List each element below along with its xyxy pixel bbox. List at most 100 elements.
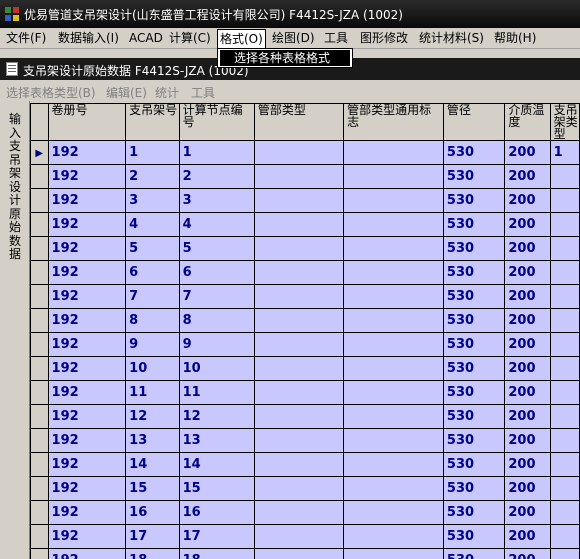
cell-node-no[interactable]: 11 (178, 380, 255, 405)
cell-hanger-type[interactable] (549, 452, 580, 477)
cell-hanger-no[interactable]: 12 (125, 404, 180, 429)
cell-medium-temp[interactable]: 200 (504, 140, 551, 165)
cell-medium-temp[interactable]: 200 (504, 236, 551, 261)
menu-select-table-type[interactable]: 选择表格类型(B) (6, 84, 96, 101)
cell-node-no[interactable]: 12 (178, 404, 255, 429)
cell-pipe-diameter[interactable]: 530 (442, 356, 506, 381)
cell-medium-temp[interactable]: 200 (504, 164, 551, 189)
menu-acad[interactable]: ACAD (127, 30, 165, 46)
cell-pipe-part-type[interactable] (253, 404, 345, 429)
cell-pipe-part-type[interactable] (253, 284, 345, 309)
column-header-volume-no[interactable]: 卷册号 (47, 103, 127, 141)
cell-hanger-type[interactable] (549, 188, 580, 213)
cell-medium-temp[interactable]: 200 (504, 380, 551, 405)
cell-pipe-part-flag[interactable] (343, 164, 444, 189)
cell-volume-no[interactable]: 192 (47, 284, 127, 309)
cell-pipe-diameter[interactable]: 530 (442, 284, 506, 309)
side-tab-panel[interactable]: 输入支吊架设计原始数据 (0, 101, 30, 559)
cell-medium-temp[interactable]: 200 (504, 212, 551, 237)
column-header-hanger-type[interactable]: 支吊架类型 (549, 103, 580, 141)
cell-volume-no[interactable]: 192 (47, 452, 127, 477)
cell-pipe-part-flag[interactable] (343, 212, 444, 237)
row-indicator[interactable] (30, 428, 49, 453)
cell-hanger-type[interactable] (549, 500, 580, 525)
cell-node-no[interactable]: 2 (178, 164, 255, 189)
row-indicator[interactable] (30, 524, 49, 549)
cell-hanger-no[interactable]: 9 (125, 332, 180, 357)
cell-pipe-part-flag[interactable] (343, 140, 444, 165)
row-indicator[interactable]: ▶ (30, 140, 49, 165)
menu-graphic-modify[interactable]: 图形修改 (358, 30, 410, 46)
cell-pipe-diameter[interactable]: 530 (442, 548, 506, 559)
cell-volume-no[interactable]: 192 (47, 380, 127, 405)
cell-hanger-no[interactable]: 14 (125, 452, 180, 477)
cell-pipe-part-type[interactable] (253, 524, 345, 549)
cell-node-no[interactable]: 8 (178, 308, 255, 333)
cell-hanger-no[interactable]: 18 (125, 548, 180, 559)
cell-pipe-part-type[interactable] (253, 212, 345, 237)
cell-pipe-part-type[interactable] (253, 380, 345, 405)
cell-volume-no[interactable]: 192 (47, 140, 127, 165)
cell-medium-temp[interactable]: 200 (504, 356, 551, 381)
cell-volume-no[interactable]: 192 (47, 548, 127, 559)
cell-hanger-type[interactable] (549, 524, 580, 549)
cell-pipe-part-type[interactable] (253, 308, 345, 333)
cell-hanger-type[interactable] (549, 236, 580, 261)
cell-hanger-type[interactable] (549, 548, 580, 559)
row-indicator[interactable] (30, 548, 49, 559)
cell-medium-temp[interactable]: 200 (504, 308, 551, 333)
cell-hanger-no[interactable]: 13 (125, 428, 180, 453)
cell-pipe-diameter[interactable]: 530 (442, 308, 506, 333)
cell-pipe-diameter[interactable]: 530 (442, 140, 506, 165)
cell-pipe-diameter[interactable]: 530 (442, 188, 506, 213)
cell-volume-no[interactable]: 192 (47, 188, 127, 213)
cell-hanger-no[interactable]: 11 (125, 380, 180, 405)
cell-node-no[interactable]: 1 (178, 140, 255, 165)
cell-hanger-type[interactable] (549, 428, 580, 453)
row-indicator[interactable] (30, 332, 49, 357)
cell-medium-temp[interactable]: 200 (504, 428, 551, 453)
cell-medium-temp[interactable]: 200 (504, 188, 551, 213)
cell-pipe-diameter[interactable]: 530 (442, 332, 506, 357)
cell-medium-temp[interactable]: 200 (504, 332, 551, 357)
table-row[interactable]: 192 15 15 530 200 (30, 476, 580, 501)
cell-node-no[interactable]: 3 (178, 188, 255, 213)
row-indicator[interactable] (30, 188, 49, 213)
cell-hanger-type[interactable]: 1 (549, 140, 580, 165)
cell-node-no[interactable]: 10 (178, 356, 255, 381)
cell-medium-temp[interactable]: 200 (504, 260, 551, 285)
cell-hanger-type[interactable] (549, 476, 580, 501)
cell-medium-temp[interactable]: 200 (504, 284, 551, 309)
cell-pipe-part-flag[interactable] (343, 236, 444, 261)
cell-volume-no[interactable]: 192 (47, 476, 127, 501)
cell-pipe-diameter[interactable]: 530 (442, 164, 506, 189)
cell-pipe-diameter[interactable]: 530 (442, 404, 506, 429)
column-header-hanger-no[interactable]: 支吊架号 (125, 103, 180, 141)
cell-pipe-diameter[interactable]: 530 (442, 380, 506, 405)
cell-pipe-diameter[interactable]: 530 (442, 260, 506, 285)
table-row[interactable]: ▶ 192 1 1 530 200 1 (30, 140, 580, 165)
cell-node-no[interactable]: 5 (178, 236, 255, 261)
menu-statistics-child[interactable]: 统计 (155, 84, 179, 101)
cell-volume-no[interactable]: 192 (47, 236, 127, 261)
cell-hanger-no[interactable]: 8 (125, 308, 180, 333)
cell-medium-temp[interactable]: 200 (504, 404, 551, 429)
cell-pipe-diameter[interactable]: 530 (442, 524, 506, 549)
table-row[interactable]: 1921818530200 (30, 548, 580, 559)
cell-hanger-no[interactable]: 7 (125, 284, 180, 309)
table-row[interactable]: 192 8 8 530 200 (30, 308, 580, 333)
cell-pipe-part-flag[interactable] (343, 452, 444, 477)
cell-hanger-no[interactable]: 6 (125, 260, 180, 285)
cell-pipe-part-type[interactable] (253, 236, 345, 261)
table-row[interactable]: 192 7 7 530 200 (30, 284, 580, 309)
cell-pipe-part-flag[interactable] (343, 548, 444, 559)
cell-volume-no[interactable]: 192 (47, 260, 127, 285)
table-row[interactable]: 192 14 14 530 200 (30, 452, 580, 477)
cell-medium-temp[interactable]: 200 (504, 524, 551, 549)
row-indicator[interactable] (30, 164, 49, 189)
cell-hanger-type[interactable] (549, 404, 580, 429)
menu-tools-child[interactable]: 工具 (191, 84, 215, 101)
cell-hanger-no[interactable]: 15 (125, 476, 180, 501)
menu-tools[interactable]: 工具 (322, 30, 350, 46)
column-header-node-no[interactable]: 计算节点编号 (178, 103, 255, 141)
